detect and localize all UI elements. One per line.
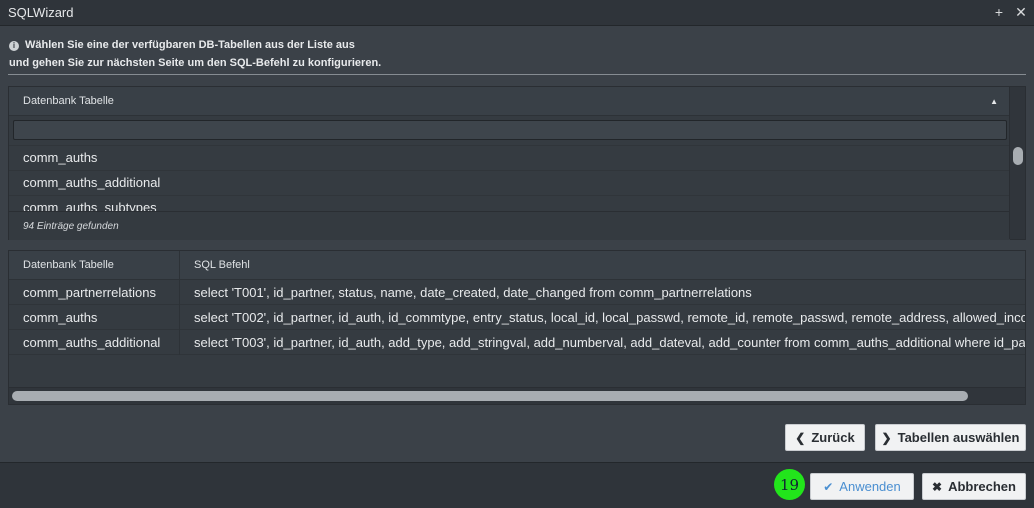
window-title: SQLWizard bbox=[8, 5, 74, 20]
sort-ascending-icon[interactable]: ▲ bbox=[990, 87, 998, 116]
entry-count: 94 Einträge gefunden bbox=[9, 211, 1010, 240]
title-bar: SQLWizard + ✕ bbox=[0, 0, 1034, 26]
column-header-sql[interactable]: SQL Befehl bbox=[180, 251, 1025, 280]
chevron-right-icon: ❯ bbox=[881, 430, 892, 445]
cancel-button[interactable]: ✖ Abbrechen bbox=[922, 473, 1026, 500]
list-item[interactable]: comm_auths_additional bbox=[9, 170, 1010, 195]
vertical-scrollbar[interactable] bbox=[1009, 87, 1025, 239]
select-tables-button[interactable]: ❯ Tabellen auswählen bbox=[875, 424, 1026, 451]
scrollbar-thumb[interactable] bbox=[12, 391, 968, 401]
instructions-line-2: und gehen Sie zur nächsten Seite um den … bbox=[9, 57, 382, 69]
column-header-table[interactable]: Datenbank Tabelle bbox=[9, 251, 180, 280]
list-item[interactable]: comm_auths_subtypes bbox=[9, 195, 1010, 211]
divider bbox=[8, 74, 1026, 75]
table-row[interactable]: comm_auths_additional select 'T003', id_… bbox=[9, 330, 1026, 355]
table-list-header[interactable]: Datenbank Tabelle ▲ bbox=[9, 87, 1010, 116]
table-list-panel: Datenbank Tabelle ▲ comm_auths comm_auth… bbox=[8, 86, 1026, 240]
horizontal-scrollbar[interactable] bbox=[9, 387, 1025, 404]
select-tables-button-label: Tabellen auswählen bbox=[897, 430, 1020, 445]
cancel-button-label: Abbrechen bbox=[948, 479, 1016, 494]
check-icon: ✔ bbox=[823, 479, 834, 494]
step-badge: 19 bbox=[774, 469, 805, 500]
table-list: comm_auths comm_auths_additional comm_au… bbox=[9, 145, 1010, 211]
apply-button[interactable]: ✔ Anwenden bbox=[810, 473, 914, 500]
info-icon: i bbox=[9, 41, 19, 51]
cell-table-name: comm_auths bbox=[9, 305, 180, 330]
plus-icon[interactable]: + bbox=[990, 3, 1008, 21]
sql-table-header: Datenbank Tabelle SQL Befehl bbox=[9, 251, 1025, 280]
instructions: i Wählen Sie eine der verfügbaren DB-Tabe… bbox=[9, 36, 1027, 72]
close-icon[interactable]: ✕ bbox=[1012, 3, 1030, 21]
table-row[interactable]: comm_partnerrelations select 'T001', id_… bbox=[9, 280, 1025, 305]
apply-button-label: Anwenden bbox=[839, 479, 901, 494]
cell-table-name: comm_auths_additional bbox=[9, 330, 180, 355]
chevron-left-icon: ❮ bbox=[795, 430, 806, 445]
cell-sql: select 'T002', id_partner, id_auth, id_c… bbox=[194, 310, 1026, 325]
table-row[interactable]: comm_auths select 'T002', id_partner, id… bbox=[9, 305, 1026, 330]
times-icon: ✖ bbox=[932, 479, 943, 494]
list-item[interactable]: comm_auths bbox=[9, 145, 1010, 170]
back-button[interactable]: ❮ Zurück bbox=[785, 424, 865, 451]
table-list-header-label: Datenbank Tabelle bbox=[23, 95, 114, 107]
table-filter-input[interactable] bbox=[13, 120, 1007, 140]
sql-table-panel: Datenbank Tabelle SQL Befehl comm_partne… bbox=[8, 250, 1026, 405]
sql-table-body: comm_partnerrelations select 'T001', id_… bbox=[9, 280, 1026, 355]
cell-sql: select 'T001', id_partner, status, name,… bbox=[194, 285, 752, 300]
cell-sql: select 'T003', id_partner, id_auth, add_… bbox=[194, 335, 1026, 350]
cell-table-name: comm_partnerrelations bbox=[9, 280, 180, 305]
instructions-line-1: Wählen Sie eine der verfügbaren DB-Tabel… bbox=[25, 39, 355, 51]
scrollbar-thumb[interactable] bbox=[1013, 147, 1023, 165]
back-button-label: Zurück bbox=[811, 430, 855, 445]
